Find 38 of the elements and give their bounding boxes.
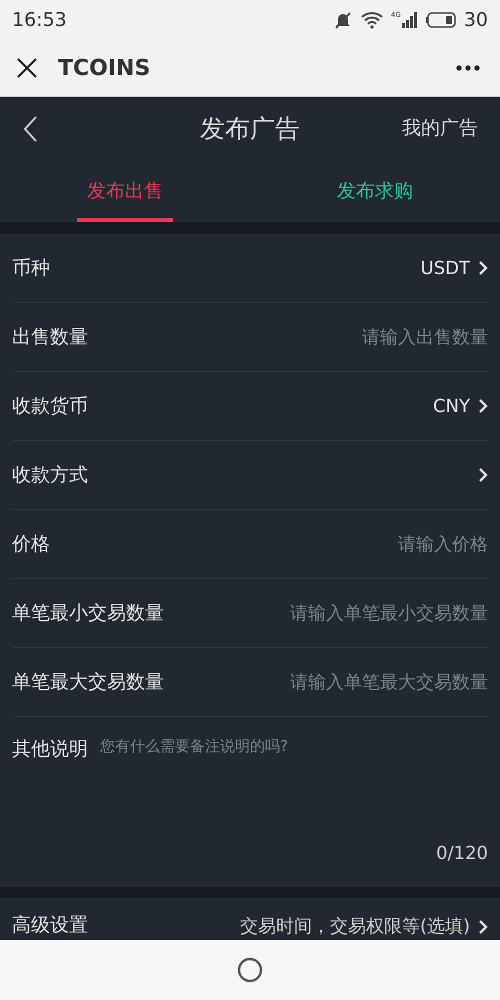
select-field[interactable] [478, 467, 488, 483]
my-ads-link[interactable]: 我的广告 [402, 114, 478, 143]
back-icon[interactable] [22, 114, 38, 142]
field-label: 收款方式 [12, 462, 88, 488]
character-counter: 0/120 [436, 842, 488, 866]
home-button-icon[interactable] [237, 957, 263, 983]
status-time: 16:53 [12, 8, 67, 33]
field-label: 币种 [12, 256, 50, 281]
muted-bell-icon [332, 10, 353, 30]
select-field[interactable]: CNY [432, 392, 488, 420]
field-label: 出售数量 [12, 324, 88, 350]
advanced-settings-button[interactable]: 交易时间，交易权限等(选填) [240, 916, 488, 938]
field-label: 高级设置 [12, 914, 88, 938]
select-field[interactable]: USDT [420, 254, 488, 282]
input-field[interactable]: 请输入单笔最小交易数量 [164, 600, 488, 626]
chevron-right-icon [478, 918, 488, 935]
field-label: 其他说明 [12, 737, 88, 762]
battery-icon [426, 12, 456, 28]
chevron-right-icon [478, 398, 488, 414]
tab[interactable]: 发布求购 [250, 160, 500, 222]
field-label: 收款货币 [12, 394, 88, 419]
close-icon[interactable] [16, 57, 38, 79]
wifi-icon [360, 11, 383, 29]
app-title: TCOINS [58, 54, 150, 82]
page-title: 发布广告 [200, 112, 300, 145]
signal-icon [402, 12, 418, 28]
chevron-right-icon [478, 467, 488, 483]
chevron-right-icon [478, 260, 488, 276]
battery-level: 30 [464, 8, 488, 33]
more-icon[interactable] [456, 65, 480, 71]
input-field[interactable]: 请输入出售数量 [88, 324, 488, 350]
input-field[interactable]: 请输入价格 [50, 530, 488, 558]
field-label: 单笔最小交易数量 [12, 600, 164, 626]
field-label: 单笔最大交易数量 [12, 670, 164, 695]
tab[interactable]: 发布出售 [0, 160, 250, 222]
input-field[interactable]: 请输入单笔最大交易数量 [164, 668, 488, 696]
remarks-field[interactable]: 您有什么需要备注说明的吗? [100, 735, 488, 840]
field-label: 价格 [12, 532, 50, 557]
